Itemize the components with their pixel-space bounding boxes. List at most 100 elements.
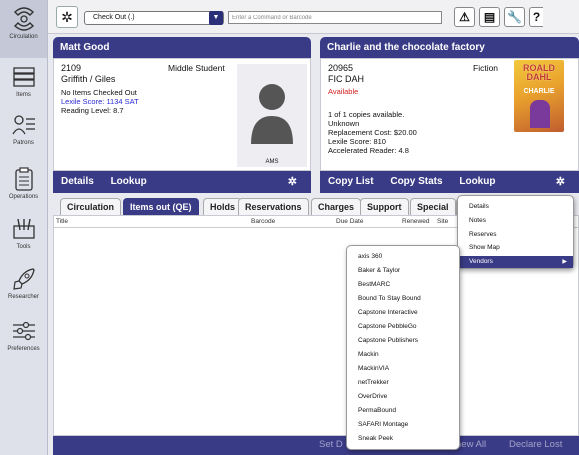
rocket-icon <box>12 268 35 290</box>
patron-name-header: Matt Good <box>53 37 311 58</box>
sidebar-item-patrons[interactable]: Patrons <box>0 112 47 158</box>
book-status: Available <box>328 87 359 96</box>
tab-items-out[interactable]: Items out (QE) <box>123 198 199 215</box>
patron-photo-caption: AMS <box>265 159 279 165</box>
wrench-icon: 🔧 <box>507 10 522 24</box>
sidebar: Circulation Items Patrons Operations Too… <box>0 0 48 455</box>
tab-support[interactable]: Support <box>360 198 409 215</box>
tools-button[interactable]: 🔧 <box>504 7 525 27</box>
sidebar-item-tools[interactable]: Tools <box>0 216 47 262</box>
sidebar-item-items[interactable]: Items <box>0 64 47 110</box>
menu-item-vendors[interactable]: Vendors ▶ <box>458 256 573 268</box>
sidebar-label: Preferences <box>7 346 40 352</box>
menu-item-details[interactable]: Details <box>458 201 573 213</box>
patron-lexile[interactable]: Lexile Score: 1134 SAT <box>61 97 139 106</box>
help-button[interactable]: ? <box>529 7 543 27</box>
column-header-renewed[interactable]: Renewed <box>402 218 429 225</box>
copy-list-link[interactable]: Copy List <box>328 176 374 187</box>
help-icon: ? <box>532 10 541 24</box>
vendor-item[interactable]: Baker & Taylor <box>358 267 400 274</box>
menu-item-vendors-label: Vendors <box>469 258 493 265</box>
book-condition: Unknown <box>328 119 360 128</box>
sidebar-label: Tools <box>16 244 31 250</box>
patron-panel-footer: Details Lookup ✲ <box>53 171 311 193</box>
sidebar-item-circulation[interactable]: Circulation <box>0 0 47 58</box>
gear-icon: ✲ <box>61 9 73 25</box>
menu-item-reserves[interactable]: Reserves <box>458 229 573 241</box>
tab-special[interactable]: Special <box>410 198 456 215</box>
chevron-right-icon: ▶ <box>562 259 567 265</box>
menu-item-show-map[interactable]: Show Map <box>458 242 573 254</box>
settings-gear-button[interactable]: ✲ <box>56 6 78 28</box>
vendor-item[interactable]: Capstone Interactive <box>358 309 418 316</box>
vendor-item[interactable]: Bound To Stay Bound <box>358 295 421 302</box>
person-silhouette-icon <box>251 84 293 144</box>
patron-homeroom: Griffith / Giles <box>61 74 116 84</box>
set-due-date-button[interactable]: Set D <box>319 439 343 450</box>
sidebar-label: Items <box>16 92 31 98</box>
vendors-submenu: axis 360 Baker & Taylor BestMARC Bound T… <box>346 245 460 450</box>
column-header-site[interactable]: Site <box>437 218 448 225</box>
book-barcode: 20965 <box>328 63 354 73</box>
book-lexile: Lexile Score: 810 <box>328 137 386 146</box>
vendor-item[interactable]: Sneak Peek <box>358 435 393 442</box>
declare-lost-button[interactable]: Declare Lost <box>509 439 562 450</box>
vendor-item[interactable]: MackinVIA <box>358 365 389 372</box>
tab-circulation[interactable]: Circulation <box>60 198 122 215</box>
vendor-item[interactable]: netTrekker <box>358 379 389 386</box>
patron-barcode: 2109 <box>61 63 82 73</box>
books-icon <box>12 67 35 87</box>
vendor-item[interactable]: OverDrive <box>358 393 387 400</box>
column-header-due-date[interactable]: Due Date <box>336 218 363 225</box>
patron-lookup-link[interactable]: Lookup <box>111 176 147 187</box>
vendor-item[interactable]: Mackin <box>358 351 379 358</box>
gear-icon[interactable]: ✲ <box>556 171 565 193</box>
command-input[interactable] <box>228 11 442 24</box>
patron-details-link[interactable]: Details <box>61 176 94 187</box>
copy-stats-link[interactable]: Copy Stats <box>390 176 442 187</box>
patrons-icon <box>11 115 35 135</box>
gear-icon[interactable]: ✲ <box>288 171 297 193</box>
sliders-icon <box>12 321 35 341</box>
renew-all-button[interactable]: new All <box>456 439 486 450</box>
alert-button[interactable]: ⚠ <box>454 7 475 27</box>
lookup-context-menu: Details Notes Reserves Show Map Vendors … <box>457 195 574 269</box>
book-title-header: Charlie and the chocolate factory <box>320 37 579 58</box>
column-header-title[interactable]: Title <box>56 218 68 225</box>
vendor-item[interactable]: Capstone Publishers <box>358 337 418 344</box>
warning-icon: ⚠ <box>459 10 470 24</box>
sidebar-item-operations[interactable]: Operations <box>0 166 47 212</box>
circulation-icon <box>13 7 34 31</box>
vendor-item[interactable]: PermaBound <box>358 407 396 414</box>
tab-holds[interactable]: Holds <box>203 198 243 215</box>
mode-select[interactable]: Check Out (.) ▼ <box>84 11 224 25</box>
cover-author: ROALD DAHL <box>523 63 555 82</box>
sidebar-label: Circulation <box>9 34 38 40</box>
vendor-item[interactable]: BestMARC <box>358 281 390 288</box>
book-call-number: FIC DAH <box>328 74 364 84</box>
patron-grade: Middle Student <box>168 63 225 73</box>
patron-checked-out: No Items Checked Out <box>61 88 137 97</box>
cover-illustration <box>530 100 550 128</box>
mode-select-value: Check Out (.) <box>93 14 135 21</box>
clipboard-icon <box>14 167 33 191</box>
menu-item-notes[interactable]: Notes <box>458 215 573 227</box>
sidebar-label: Patrons <box>13 140 34 146</box>
messages-button[interactable]: ▤ <box>479 7 500 27</box>
tab-charges[interactable]: Charges <box>311 198 362 215</box>
toolbar: ✲ Check Out (.) ▼ ⚠ ▤ 🔧 ? <box>48 0 579 34</box>
patron-info-panel: 2109 Middle Student Griffith / Giles No … <box>53 58 311 171</box>
sidebar-item-preferences[interactable]: Preferences <box>0 318 47 364</box>
tab-reservations[interactable]: Reservations <box>238 198 309 215</box>
patron-photo: AMS <box>237 64 307 167</box>
book-lookup-link[interactable]: Lookup <box>459 176 495 187</box>
vendor-item[interactable]: axis 360 <box>358 253 382 260</box>
column-header-barcode[interactable]: Barcode <box>251 218 275 225</box>
book-ar: Accelerated Reader: 4.8 <box>328 146 409 155</box>
sidebar-item-researcher[interactable]: Researcher <box>0 266 47 312</box>
vendor-item[interactable]: SAFARI Montage <box>358 421 408 428</box>
vendor-item[interactable]: Capstone PebbleGo <box>358 323 417 330</box>
action-bar: Set D new All Declare Lost <box>53 436 579 455</box>
sidebar-label: Researcher <box>7 294 39 300</box>
book-cover-image: ROALD DAHL CHARLIE <box>514 60 564 132</box>
